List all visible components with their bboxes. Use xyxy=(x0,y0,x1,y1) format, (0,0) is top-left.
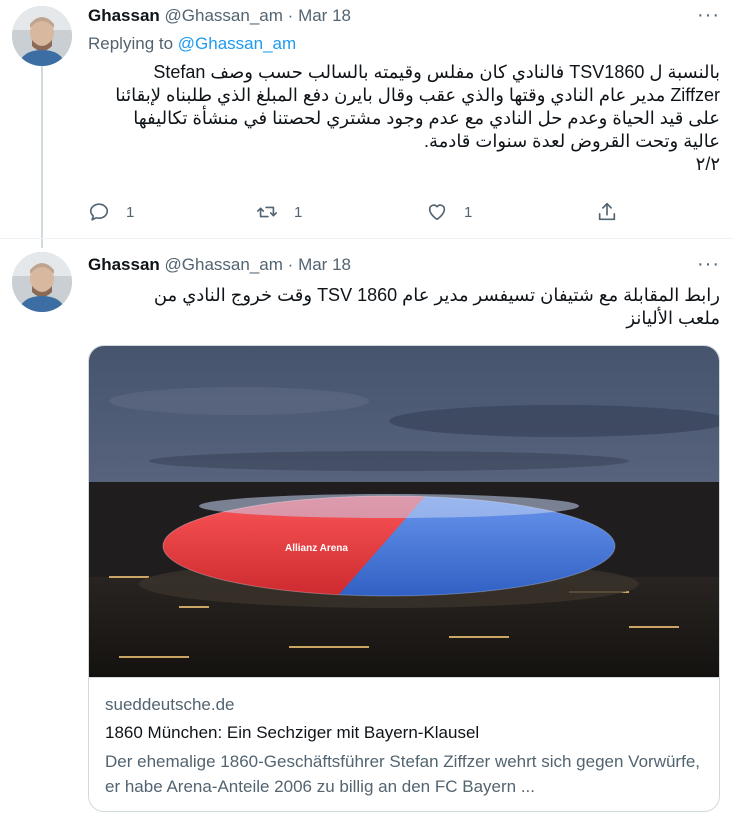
date-separator: · xyxy=(287,255,294,274)
link-preview-card[interactable]: Allianz Arena sueddeutsche.de 1860 Münch… xyxy=(88,345,720,812)
reply-button[interactable]: 1 xyxy=(88,198,134,226)
like-count: 1 xyxy=(464,203,473,221)
date-separator: · xyxy=(287,6,294,25)
speech-bubble-icon xyxy=(89,203,109,221)
share-upload-icon xyxy=(598,202,616,221)
tweet-date[interactable]: Mar 18 xyxy=(298,255,351,274)
retweet-button[interactable]: 1 xyxy=(256,198,302,226)
avatar-photo xyxy=(12,252,72,312)
replying-to-handle[interactable]: @Ghassan_am xyxy=(178,34,296,53)
author-name[interactable]: Ghassan xyxy=(88,6,160,25)
card-description: Der ehemalige 1860-Geschäftsführer Stefa… xyxy=(105,752,700,796)
retweet-count: 1 xyxy=(294,203,303,221)
card-info: sueddeutsche.de 1860 München: Ein Sechzi… xyxy=(89,677,719,811)
tweet-actions: 1 1 1 xyxy=(88,198,628,226)
avatar[interactable] xyxy=(12,6,72,66)
author-handle[interactable]: @Ghassan_am xyxy=(165,6,283,25)
more-horizontal-icon[interactable]: ··· xyxy=(697,5,719,32)
like-button[interactable]: 1 xyxy=(426,198,472,226)
tweet-header: Ghassan @Ghassan_am · Mar 18 xyxy=(88,255,351,275)
stadium-image: Allianz Arena xyxy=(89,346,719,677)
thread-connector-line xyxy=(41,64,43,248)
tweet-date[interactable]: Mar 18 xyxy=(298,6,351,25)
author-handle[interactable]: @Ghassan_am xyxy=(165,255,283,274)
stadium-lettering: Allianz Arena xyxy=(285,543,348,554)
avatar-photo xyxy=(12,6,72,66)
tweet-divider xyxy=(0,238,733,239)
avatar[interactable] xyxy=(12,252,72,312)
tweet-header: Ghassan @Ghassan_am · Mar 18 xyxy=(88,6,351,26)
card-title: 1860 München: Ein Sechziger mit Bayern-K… xyxy=(105,723,480,742)
share-button[interactable] xyxy=(596,198,618,226)
replying-to-label: Replying to xyxy=(88,34,174,53)
heart-icon xyxy=(428,204,446,221)
tweet-text: رابط المقابلة مع شتيفان تسيفسر مدير عام … xyxy=(153,285,720,328)
reply-count: 1 xyxy=(126,203,135,221)
tweet-text: بالنسبة ل TSV1860 فالنادي كان مفلس وقيمت… xyxy=(115,62,720,174)
more-horizontal-icon[interactable]: ··· xyxy=(697,254,719,281)
author-name[interactable]: Ghassan xyxy=(88,255,160,274)
card-domain: sueddeutsche.de xyxy=(105,695,235,714)
replying-to: Replying to @Ghassan_am xyxy=(88,34,296,54)
retweet-arrows-icon xyxy=(257,206,277,218)
